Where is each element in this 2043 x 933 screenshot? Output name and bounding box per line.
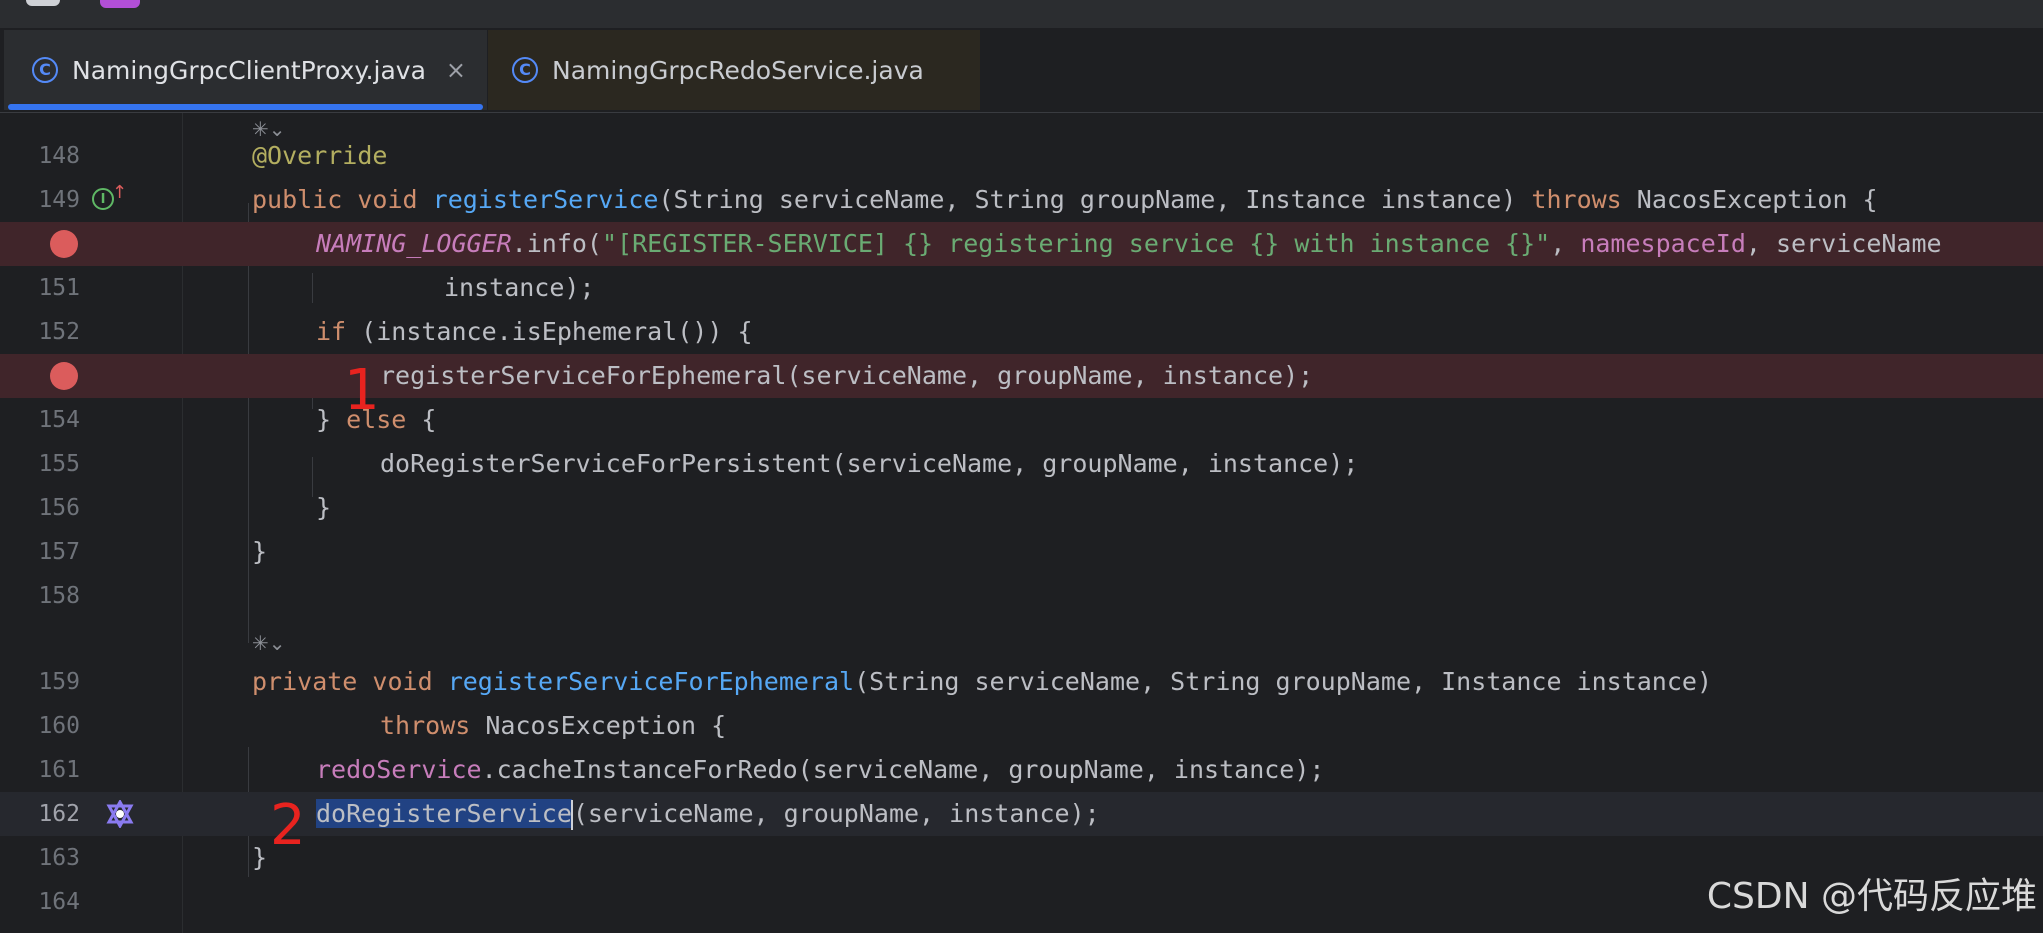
annotation-marker-2: 2 — [270, 793, 306, 858]
line-number: 164 — [38, 889, 80, 915]
line-number: 158 — [38, 583, 80, 609]
code-text: throws NacosException { — [380, 711, 727, 740]
line-number: 154 — [38, 407, 80, 433]
code-line-breakpoint: registerServiceForEphemeral(serviceName,… — [0, 354, 2043, 398]
implementation-icon[interactable]: I — [92, 188, 114, 210]
code-editor[interactable]: ✳⌄ 148 @Override 149 I ↑ public void reg… — [0, 113, 2043, 933]
code-text: private void registerServiceForEphemeral… — [252, 667, 1713, 696]
title-bar — [0, 0, 2043, 28]
line-number: 152 — [38, 319, 80, 345]
code-line: 161 redoService.cacheInstanceForRedo(ser… — [0, 748, 2043, 792]
line-number: 156 — [38, 495, 80, 521]
code-text: instance); — [444, 273, 595, 302]
code-line: 152 if (instance.isEphemeral()) { — [0, 310, 2043, 354]
code-text: } — [252, 537, 268, 566]
class-icon: C — [512, 57, 538, 83]
code-line: 155 doRegisterServiceForPersistent(servi… — [0, 442, 2043, 486]
breakpoint-icon[interactable] — [50, 230, 78, 258]
code-line: 149 I ↑ public void registerService(Stri… — [0, 178, 2043, 222]
code-text: if (instance.isEphemeral()) { — [316, 317, 753, 346]
tab-naming-grpc-client-proxy[interactable]: C NamingGrpcClientProxy.java × — [4, 30, 487, 110]
code-line-breakpoint: NAMING_LOGGER.info("[REGISTER-SERVICE] {… — [0, 222, 2043, 266]
code-line: 160 throws NacosException { — [0, 704, 2043, 748]
code-text: NAMING_LOGGER.info("[REGISTER-SERVICE] {… — [316, 229, 1942, 258]
tab-label: NamingGrpcClientProxy.java — [72, 55, 426, 85]
code-text: } — [316, 493, 332, 522]
code-text: public void registerService(String servi… — [252, 185, 1878, 214]
code-line-current: 162 doRegisterService(serviceName, group… — [0, 792, 2043, 836]
watermark: CSDN @代码反应堆 — [1706, 876, 2037, 917]
line-number: 162 — [38, 801, 80, 827]
code-line: 156 } — [0, 486, 2043, 530]
code-text: doRegisterService(serviceName, groupName… — [316, 799, 1100, 830]
code-line: 154 } else { — [0, 398, 2043, 442]
tab-naming-grpc-redo-service[interactable]: C NamingGrpcRedoService.java — [488, 30, 980, 110]
code-line: 151 instance); — [0, 266, 2043, 310]
line-number: 155 — [38, 451, 80, 477]
line-number: 159 — [38, 669, 80, 695]
editor-tab-bar: C NamingGrpcClientProxy.java × C NamingG… — [0, 28, 2043, 113]
code-text: registerServiceForEphemeral(serviceName,… — [380, 361, 1314, 390]
code-vision-hint[interactable]: ✳⌄ — [252, 621, 286, 665]
menu-icon[interactable] — [26, 0, 60, 6]
line-number: 157 — [38, 539, 80, 565]
code-line: 159 private void registerServiceForEphem… — [0, 660, 2043, 704]
line-number: 149 — [38, 187, 80, 213]
project-icon[interactable] — [100, 0, 140, 8]
code-text: doRegisterServiceForPersistent(serviceNa… — [380, 449, 1359, 478]
code-line: 158 — [0, 574, 2043, 618]
code-text: } — [252, 843, 268, 872]
code-line: 157 } — [0, 530, 2043, 574]
annotation-marker-1: 1 — [344, 358, 380, 423]
line-number: 163 — [38, 845, 80, 871]
line-number: 148 — [38, 143, 80, 169]
code-line: 148 @Override — [0, 134, 2043, 178]
line-number: 160 — [38, 713, 80, 739]
active-tab-indicator — [8, 104, 483, 110]
selected-text: doRegisterService — [316, 799, 572, 828]
class-icon: C — [32, 57, 58, 83]
close-icon[interactable]: × — [446, 56, 466, 84]
line-number: 151 — [38, 275, 80, 301]
breakpoint-icon[interactable] — [50, 362, 78, 390]
code-text: redoService.cacheInstanceForRedo(service… — [316, 755, 1325, 784]
code-text: @Override — [252, 141, 388, 170]
debugger-execution-icon[interactable] — [106, 800, 134, 828]
arrow-up-icon: ↑ — [112, 182, 128, 203]
tab-label: NamingGrpcRedoService.java — [552, 55, 924, 85]
line-number: 161 — [38, 757, 80, 783]
